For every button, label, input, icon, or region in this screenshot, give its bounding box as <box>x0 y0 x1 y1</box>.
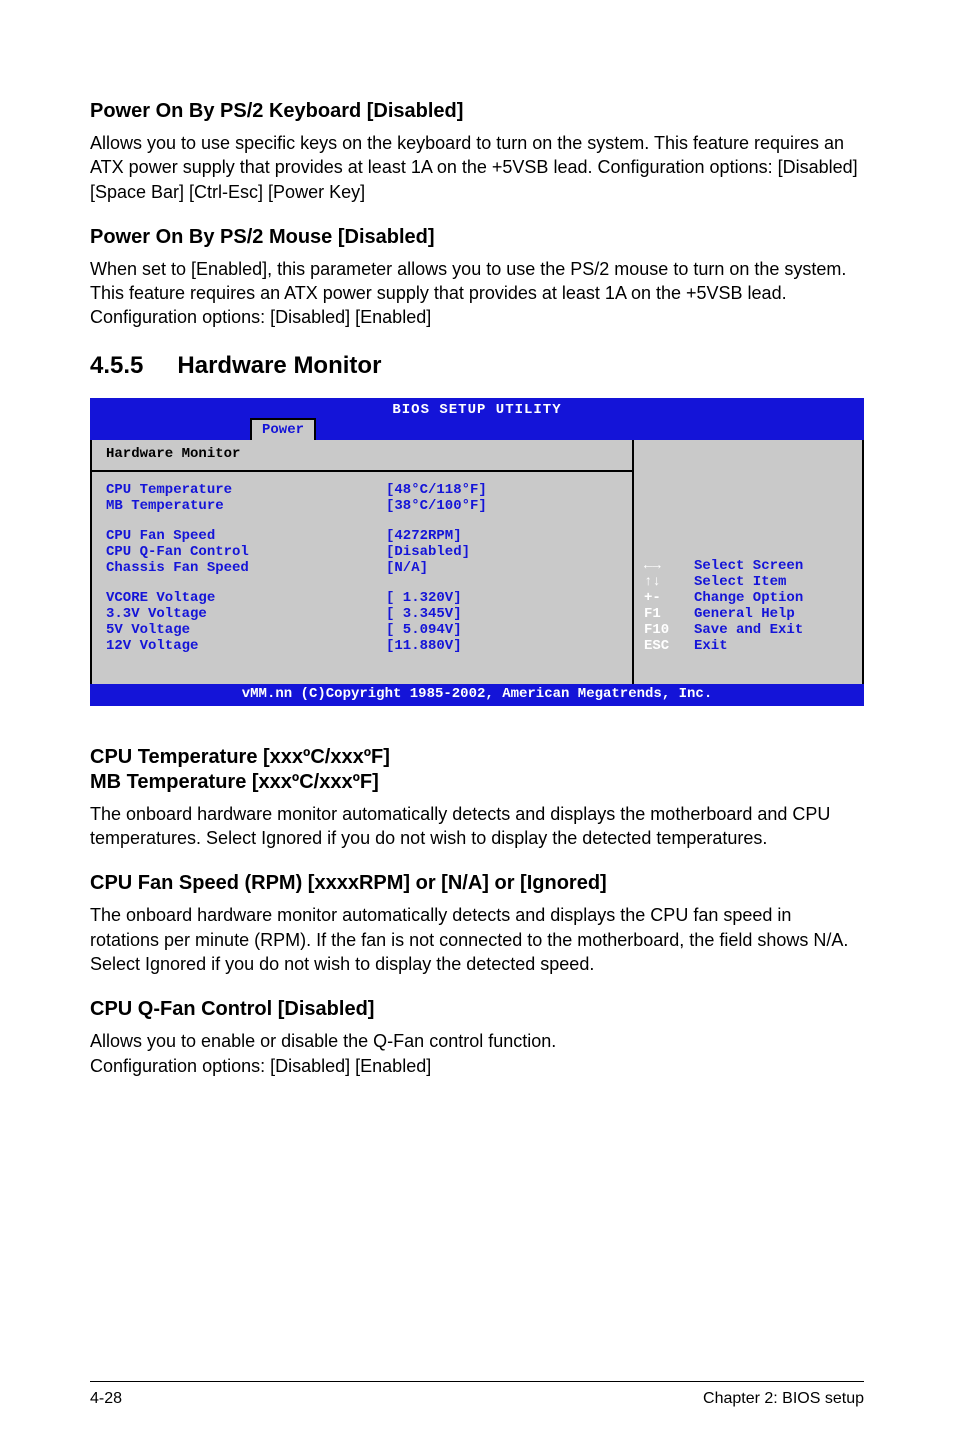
help-row: ↑↓Select Item <box>644 574 852 590</box>
bios-body: Hardware Monitor CPU Temperature[48°C/11… <box>90 440 864 684</box>
paragraph: Allows you to use specific keys on the k… <box>90 131 864 204</box>
page-number: 4-28 <box>90 1390 122 1408</box>
bios-label: CPU Q-Fan Control <box>106 544 386 560</box>
bios-label: MB Temperature <box>106 498 386 514</box>
bios-value: [4272RPM] <box>386 528 487 544</box>
help-text: Change Option <box>694 590 803 606</box>
help-row: F1General Help <box>644 606 852 622</box>
help-key: +- <box>644 590 694 606</box>
paragraph: When set to [Enabled], this parameter al… <box>90 257 864 330</box>
bios-value: [11.880V] <box>386 638 487 654</box>
help-text: Select Item <box>694 574 786 590</box>
bios-row[interactable]: CPU Fan Speed[4272RPM] <box>106 528 487 544</box>
help-key: F10 <box>644 622 694 638</box>
section-heading: 4.5.5 Hardware Monitor <box>90 352 864 380</box>
bios-label: VCORE Voltage <box>106 590 386 606</box>
text-line: Configuration options: [Disabled] [Enabl… <box>90 1056 431 1076</box>
bios-title: BIOS SETUP UTILITY <box>392 398 561 418</box>
bios-value: [ 1.320V] <box>386 590 487 606</box>
bios-label: CPU Temperature <box>106 482 386 498</box>
paragraph: Allows you to enable or disable the Q-Fa… <box>90 1029 864 1078</box>
bios-row[interactable]: 5V Voltage[ 5.094V] <box>106 622 487 638</box>
heading-power-mouse: Power On By PS/2 Mouse [Disabled] <box>90 226 864 249</box>
page-footer: 4-28 Chapter 2: BIOS setup <box>90 1381 864 1408</box>
section-number: 4.5.5 <box>90 352 143 380</box>
bios-row[interactable]: CPU Q-Fan Control[Disabled] <box>106 544 487 560</box>
bios-header: BIOS SETUP UTILITY Power <box>90 398 864 440</box>
bios-value: [48°C/118°F] <box>386 482 487 498</box>
help-text: Exit <box>694 638 728 654</box>
bios-label: 5V Voltage <box>106 622 386 638</box>
bios-value: [Disabled] <box>386 544 487 560</box>
bios-value: [ 3.345V] <box>386 606 487 622</box>
bios-label: CPU Fan Speed <box>106 528 386 544</box>
bios-left-panel: Hardware Monitor CPU Temperature[48°C/11… <box>92 440 632 684</box>
bios-tab-power[interactable]: Power <box>250 418 316 440</box>
help-text: Select Screen <box>694 558 803 574</box>
bios-label: 12V Voltage <box>106 638 386 654</box>
chapter-label: Chapter 2: BIOS setup <box>703 1390 864 1408</box>
help-row: +-Change Option <box>644 590 852 606</box>
bios-panel-title: Hardware Monitor <box>106 446 618 468</box>
help-key: ←→ <box>644 558 694 574</box>
bios-row[interactable]: VCORE Voltage[ 1.320V] <box>106 590 487 606</box>
help-row: ESCExit <box>644 638 852 654</box>
help-text: General Help <box>694 606 795 622</box>
bios-row[interactable]: CPU Temperature[48°C/118°F] <box>106 482 487 498</box>
bios-value: [ 5.094V] <box>386 622 487 638</box>
bios-value: [38°C/100°F] <box>386 498 487 514</box>
heading-mb-temp: MB Temperature [xxxºC/xxxºF] <box>90 771 864 794</box>
bios-row[interactable]: 12V Voltage[11.880V] <box>106 638 487 654</box>
help-row: ←→Select Screen <box>644 558 852 574</box>
help-key: ↑↓ <box>644 574 694 590</box>
bios-row[interactable]: MB Temperature[38°C/100°F] <box>106 498 487 514</box>
bios-screenshot: BIOS SETUP UTILITY Power Hardware Monito… <box>90 398 864 706</box>
bios-row[interactable]: Chassis Fan Speed[N/A] <box>106 560 487 576</box>
help-key: F1 <box>644 606 694 622</box>
text-line: Allows you to enable or disable the Q-Fa… <box>90 1031 556 1051</box>
help-key: ESC <box>644 638 694 654</box>
bios-footer: vMM.nn (C)Copyright 1985-2002, American … <box>90 684 864 706</box>
paragraph: The onboard hardware monitor automatical… <box>90 802 864 851</box>
help-row: F10Save and Exit <box>644 622 852 638</box>
paragraph: The onboard hardware monitor automatical… <box>90 903 864 976</box>
heading-cpu-temp: CPU Temperature [xxxºC/xxxºF] <box>90 746 864 769</box>
bios-help-panel: ←→Select Screen ↑↓Select Item +-Change O… <box>632 440 862 684</box>
heading-power-keyboard: Power On By PS/2 Keyboard [Disabled] <box>90 100 864 123</box>
divider <box>92 470 632 472</box>
bios-label: 3.3V Voltage <box>106 606 386 622</box>
bios-value: [N/A] <box>386 560 487 576</box>
section-title: Hardware Monitor <box>177 352 381 379</box>
heading-cpu-fan-speed: CPU Fan Speed (RPM) [xxxxRPM] or [N/A] o… <box>90 872 864 895</box>
heading-cpu-qfan: CPU Q-Fan Control [Disabled] <box>90 998 864 1021</box>
bios-row[interactable]: 3.3V Voltage[ 3.345V] <box>106 606 487 622</box>
bios-label: Chassis Fan Speed <box>106 560 386 576</box>
help-text: Save and Exit <box>694 622 803 638</box>
